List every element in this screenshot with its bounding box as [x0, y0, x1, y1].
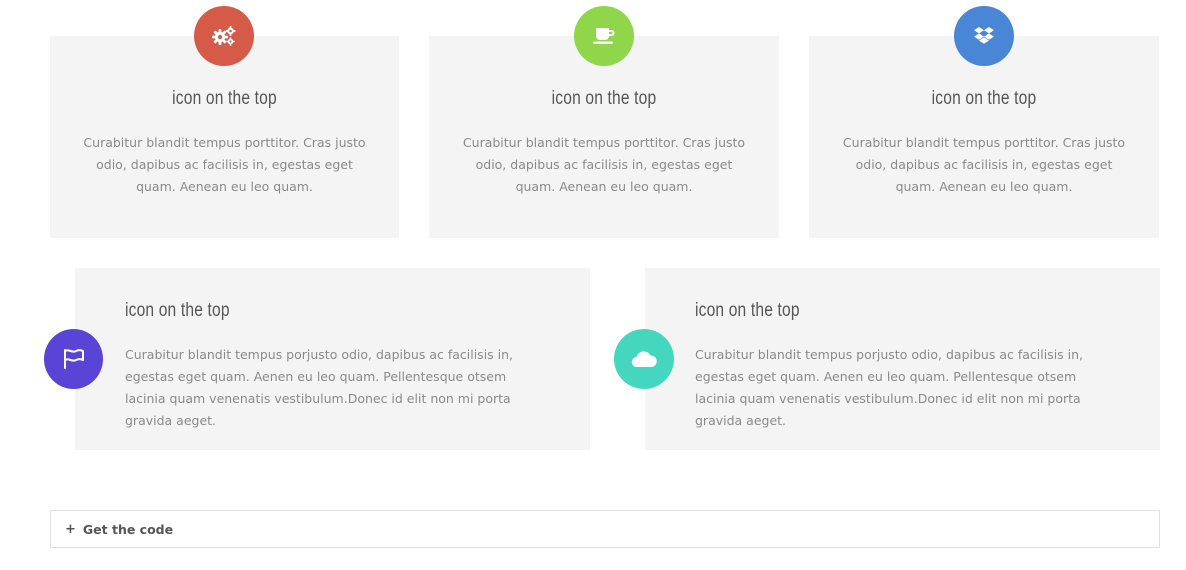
card-title: icon on the top	[551, 88, 657, 109]
card-text: Curabitur blandit tempus porttitor. Cras…	[83, 135, 366, 194]
cloud-icon	[614, 329, 674, 389]
card-text: Curabitur blandit tempus porjusto odio, …	[695, 347, 1084, 428]
card-text: Curabitur blandit tempus porttitor. Cras…	[842, 135, 1126, 194]
card-title: icon on the top	[695, 300, 800, 321]
card-title: icon on the top	[172, 88, 277, 109]
dropbox-icon	[954, 6, 1014, 66]
card-title: icon on the top	[125, 300, 230, 321]
get-the-code-toggle[interactable]: + Get the code	[50, 510, 1160, 548]
card-text: Curabitur blandit tempus porjusto odio, …	[125, 347, 514, 428]
plus-icon: +	[65, 521, 76, 537]
gears-icon	[194, 6, 254, 66]
feature-card-1: icon on the top Curabitur blandit tempus…	[50, 36, 399, 238]
feature-card-2: icon on the top Curabitur blandit tempus…	[429, 36, 779, 238]
coffee-cup-icon	[574, 6, 634, 66]
flag-icon	[44, 329, 103, 389]
feature-card-5: icon on the top Curabitur blandit tempus…	[645, 268, 1160, 450]
feature-card-3: icon on the top Curabitur blandit tempus…	[809, 36, 1159, 238]
get-the-code-label: Get the code	[82, 521, 174, 537]
card-text: Curabitur blandit tempus porttitor. Cras…	[462, 135, 746, 194]
feature-card-4: icon on the top Curabitur blandit tempus…	[75, 268, 590, 450]
card-title: icon on the top	[931, 88, 1037, 109]
